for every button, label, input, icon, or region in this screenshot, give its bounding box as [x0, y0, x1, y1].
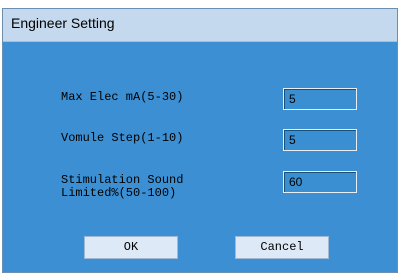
volume-step-input[interactable]: 5: [283, 129, 357, 151]
cancel-button[interactable]: Cancel: [235, 236, 329, 259]
background-window-strip: [0, 0, 404, 8]
dialog-title: Engineer Setting: [11, 15, 115, 31]
max-elec-label: Max Elec mA(5-30): [61, 90, 184, 104]
volume-step-label: Vomule Step(1-10): [61, 131, 184, 145]
max-elec-input[interactable]: 5: [283, 88, 357, 110]
stimulation-sound-label: Stimulation Sound Limited%(50-100): [61, 173, 184, 200]
engineer-setting-dialog: Engineer Setting Max Elec mA(5-30) 5 Vom…: [2, 8, 398, 273]
background-window-edge: [399, 8, 404, 273]
ok-button[interactable]: OK: [84, 236, 178, 259]
title-bar[interactable]: Engineer Setting: [3, 9, 397, 42]
stimulation-sound-input[interactable]: 60: [283, 171, 357, 193]
